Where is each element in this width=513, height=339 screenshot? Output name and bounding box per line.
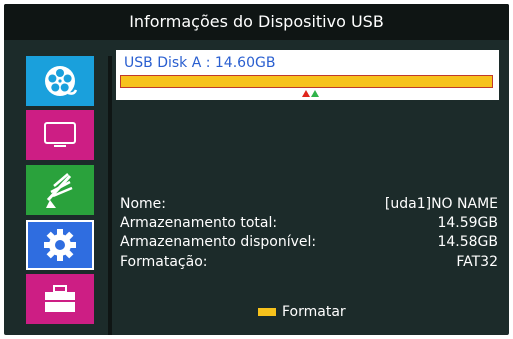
sidebar-item-media[interactable]: [26, 56, 94, 106]
info-row-total-storage: Armazenamento total: 14.59GB: [120, 213, 498, 233]
info-row-name: Nome: [uda1]NO NAME: [120, 194, 498, 214]
name-label: Nome:: [120, 196, 167, 212]
free-storage-label: Armazenamento disponível:: [120, 234, 317, 250]
format-label: Formatação:: [120, 254, 208, 270]
sidebar-divider: [108, 56, 112, 335]
sidebar-item-settings[interactable]: [26, 220, 94, 270]
info-row-format: Formatação: FAT32: [120, 252, 498, 272]
sidebar-item-toolbox[interactable]: [26, 274, 94, 324]
format-hint-label: Formatar: [282, 304, 346, 320]
gear-icon: [44, 229, 76, 261]
sidebar-item-tv[interactable]: [26, 110, 94, 160]
used-marker: [302, 90, 310, 97]
storage-usage-bar: [120, 75, 493, 88]
name-value: [uda1]NO NAME: [384, 196, 498, 212]
format-value: FAT32: [456, 254, 498, 270]
satellite-dish-icon: [46, 173, 73, 208]
usb-device-label: USB Disk A : 14.60GB: [124, 55, 276, 71]
free-marker: [311, 90, 319, 97]
tv-icon: [44, 122, 76, 147]
sidebar-item-antenna[interactable]: [26, 165, 94, 215]
free-storage-value: 14.58GB: [437, 234, 498, 250]
film-reel-icon: [45, 66, 78, 96]
total-storage-label: Armazenamento total:: [120, 215, 278, 231]
total-storage-value: 14.59GB: [437, 215, 498, 231]
usb-device-card[interactable]: USB Disk A : 14.60GB: [116, 50, 499, 100]
format-hint[interactable]: Formatar: [258, 302, 346, 322]
usb-device-info-screen: Informações do Dispositivo USB USB Disk …: [4, 4, 509, 335]
yellow-key-icon: [258, 308, 276, 316]
toolbox-icon: [45, 285, 75, 312]
info-row-free-storage: Armazenamento disponível: 14.58GB: [120, 232, 498, 252]
page-title: Informações do Dispositivo USB: [4, 4, 509, 40]
